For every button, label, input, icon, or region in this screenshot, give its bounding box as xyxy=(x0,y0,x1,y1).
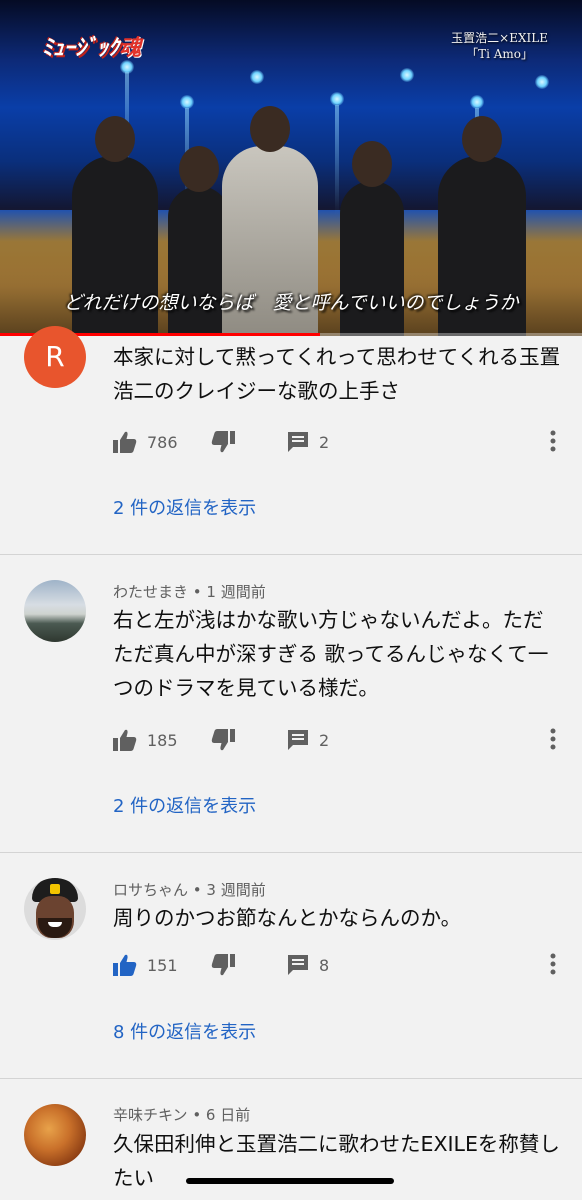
comment-item: ロサちゃん • 3 週間前 周りのかつお節なんとかならんのか。 151 8 8 … xyxy=(0,853,582,1078)
song-credit-title: 「Ti Amo」 xyxy=(466,47,534,61)
stage-light xyxy=(180,95,194,109)
comment-actions: 185 2 xyxy=(113,725,573,755)
dislike-button[interactable] xyxy=(211,725,235,755)
comment-actions: 786 2 xyxy=(113,427,573,457)
dislike-button[interactable] xyxy=(211,950,235,980)
comment-icon xyxy=(288,955,308,975)
like-button[interactable]: 151 xyxy=(113,950,178,980)
thumb-down-icon xyxy=(211,431,235,453)
show-logo-kanji: 魂 xyxy=(119,35,142,61)
thumb-up-icon xyxy=(113,954,137,976)
more-options-button[interactable] xyxy=(550,430,556,456)
comment-text: 久保田利伸と玉置浩二に歌わせたEXILEを称賛したい xyxy=(113,1132,560,1190)
thumb-down-icon xyxy=(211,954,235,976)
thumb-up-icon xyxy=(113,431,137,453)
stage-light xyxy=(250,70,264,84)
stage-light xyxy=(535,75,549,89)
view-replies-link[interactable]: 2 件の返信を表示 xyxy=(113,792,256,818)
reply-count: 2 xyxy=(319,730,330,750)
like-count: 185 xyxy=(147,730,178,750)
like-button[interactable]: 786 xyxy=(113,427,178,457)
reply-count: 2 xyxy=(319,432,330,452)
comment-author-time[interactable]: ロサちゃん • 3 週間前 xyxy=(113,879,266,900)
comment-icon xyxy=(288,730,308,750)
more-options-button[interactable] xyxy=(550,728,556,754)
more-vert-icon xyxy=(550,953,556,975)
thumb-up-icon xyxy=(113,729,137,751)
avatar[interactable] xyxy=(24,580,86,642)
video-player[interactable]: ﾐｭｰｼﾞｯｸ魂 玉置浩二×EXILE 「Ti Amo」 どれだけの想いならば … xyxy=(0,0,582,336)
stage-light xyxy=(400,68,414,82)
song-credit: 玉置浩二×EXILE 「Ti Amo」 xyxy=(451,30,548,62)
more-options-button[interactable] xyxy=(550,953,556,979)
comment-author-time[interactable]: わたせまき • 1 週間前 xyxy=(113,581,266,602)
comment-author-time[interactable]: 辛味チキン • 6 日前 xyxy=(113,1104,250,1125)
reply-count: 8 xyxy=(319,955,330,975)
view-replies-link[interactable]: 8 件の返信を表示 xyxy=(113,1018,256,1044)
dislike-button[interactable] xyxy=(211,427,235,457)
avatar-letter: R xyxy=(45,340,65,373)
song-credit-artists: 玉置浩二×EXILE xyxy=(451,31,548,45)
like-count: 151 xyxy=(147,955,178,975)
reply-button[interactable]: 8 xyxy=(287,950,329,980)
avatar[interactable]: R xyxy=(24,326,86,388)
more-vert-icon xyxy=(550,728,556,750)
comment-item: わたせまき • 1 週間前 右と左が浅はかな歌い方じゃないんだよ。ただただ真ん中… xyxy=(0,555,582,852)
like-count: 786 xyxy=(147,432,178,452)
comment-text: 周りのかつお節なんとかならんのか。 xyxy=(113,906,462,930)
avatar[interactable] xyxy=(24,1104,86,1166)
avatar[interactable] xyxy=(24,878,86,940)
home-indicator[interactable] xyxy=(186,1178,394,1184)
comment-icon xyxy=(288,432,308,452)
reply-button[interactable]: 2 xyxy=(287,427,329,457)
light-beam xyxy=(335,105,339,215)
video-subtitle: どれだけの想いならば 愛と呼んでいいのでしょうか xyxy=(63,292,519,314)
reply-button[interactable]: 2 xyxy=(287,725,329,755)
show-logo-text: ﾐｭｰｼﾞｯｸ xyxy=(42,35,120,61)
comment-text: 右と左が浅はかな歌い方じゃないんだよ。ただただ真ん中が深すぎる 歌ってるんじゃな… xyxy=(113,608,549,700)
stage-light xyxy=(330,92,344,106)
thumb-down-icon xyxy=(211,729,235,751)
show-logo: ﾐｭｰｼﾞｯｸ魂 xyxy=(42,30,141,62)
stage-light xyxy=(470,95,484,109)
more-vert-icon xyxy=(550,430,556,452)
like-button[interactable]: 185 xyxy=(113,725,178,755)
comment-actions: 151 8 xyxy=(113,950,573,980)
comment-item: R 本家に対して黙ってくれって思わせてくれる玉置浩二のクレイジーな歌の上手さ 7… xyxy=(0,326,582,554)
comment-text: 本家に対して黙ってくれって思わせてくれる玉置浩二のクレイジーな歌の上手さ xyxy=(113,345,561,403)
view-replies-link[interactable]: 2 件の返信を表示 xyxy=(113,494,256,520)
